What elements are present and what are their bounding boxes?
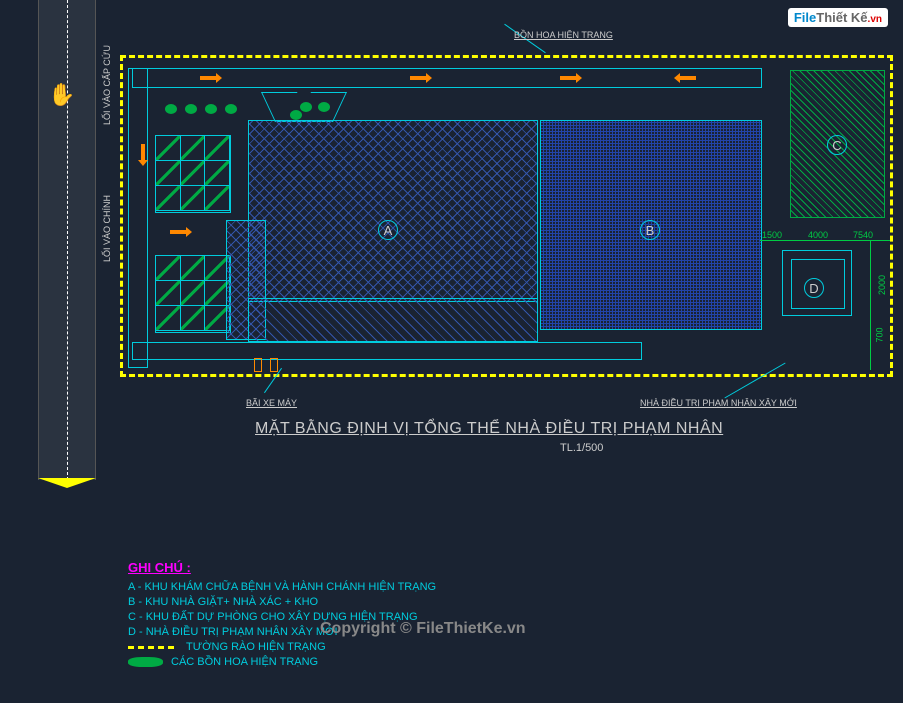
drawing-title: MẶT BẰNG ĐỊNH VỊ TỔNG THỂ NHÀ ĐIỀU TRỊ P… [255,420,723,438]
zone-label-a: A [378,220,398,240]
bush-icon [300,102,312,112]
bush-icon [165,104,177,114]
bike-marker [254,358,262,372]
parking-lot-1 [155,135,231,213]
dimension-value: 2000 [877,275,887,295]
new-building-label: NHÀ ĐIỀU TRỊ PHẠM NHÂN XÂY MỚI [640,398,797,408]
bush-swatch [128,657,163,667]
bike-marker [270,358,278,372]
bike-parking-label: BÃI XE MÁY [246,398,297,408]
dimension-value: 700 [875,327,885,342]
dimension-line [870,240,871,370]
zone-label-b: B [640,220,660,240]
flow-arrow-icon [200,76,216,80]
internal-path-left [128,68,148,368]
access-road [38,0,96,480]
pan-cursor-icon: ✋ [48,82,75,108]
bush-icon [290,110,302,120]
emergency-entry-label: LỐI VÀO CẤP CỨU [102,45,112,125]
zone-label-c: C [827,135,847,155]
legend-title: GHI CHÚ : [128,560,436,575]
internal-path-top [132,68,762,88]
bush-icon [205,104,217,114]
flow-arrow-icon [560,76,576,80]
flow-arrow-icon [141,144,145,160]
watermark-logo: FileThiết Kế.vn [788,8,888,27]
zone-label-d: D [804,278,824,298]
legend-block: GHI CHÚ : A - KHU KHÁM CHỮA BỆNH VÀ HÀNH… [128,560,436,671]
parking-lot-2 [155,255,231,333]
legend-item-bush: CÁC BỒN HOA HIỆN TRẠNG [128,656,436,668]
dimension-value: 4000 [808,230,828,240]
bush-icon [225,104,237,114]
bush-icon [318,102,330,112]
main-entry-label: LỐI VÀO CHÍNH [102,195,112,262]
legend-item-b: B - KHU NHÀ GIẶT+ NHÀ XÁC + KHO [128,596,436,608]
internal-path-bottom [132,342,642,360]
copyright-text: Copyright © FileThietKe.vn [320,620,526,638]
flower-bed-label: BỒN HOA HIỆN TRẠNG [514,30,613,40]
flow-arrow-icon [680,76,696,80]
dimension-value: 7540 [853,230,873,240]
fence-swatch [128,646,178,649]
legend-item-fence: TƯỜNG RÀO HIỆN TRẠNG [128,641,436,653]
dimension-value: 1500 [762,230,782,240]
flow-arrow-icon [170,230,186,234]
drawing-scale: TL.1/500 [560,442,603,454]
flow-arrow-icon [410,76,426,80]
bush-icon [185,104,197,114]
road-arrow-down [38,478,96,490]
legend-item-a: A - KHU KHÁM CHỮA BỆNH VÀ HÀNH CHÁNH HIỆ… [128,581,436,593]
